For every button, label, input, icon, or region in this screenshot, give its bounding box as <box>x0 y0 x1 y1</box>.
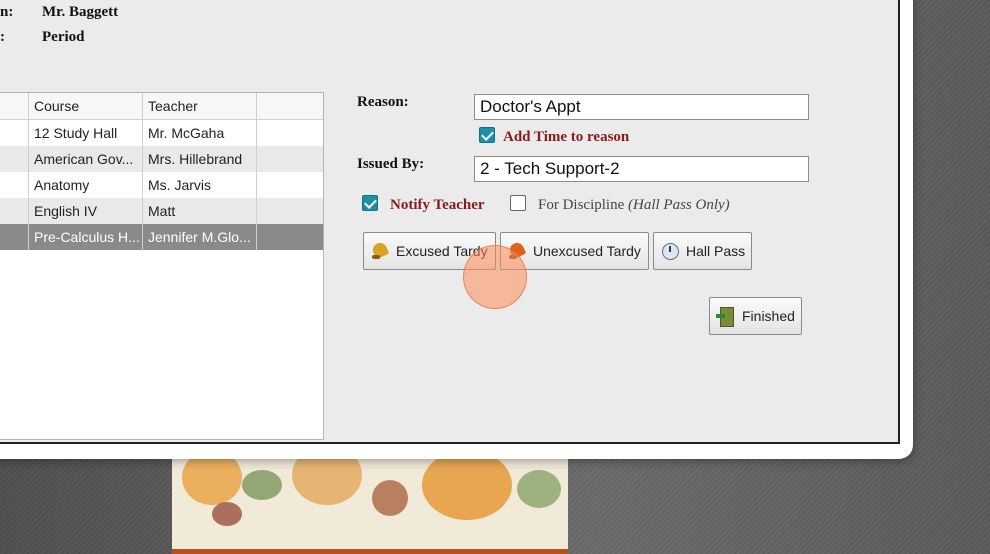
column-header-course[interactable]: Course <box>29 93 143 119</box>
finished-button[interactable]: Finished <box>709 297 802 335</box>
table-row[interactable]: Anatomy Ms. Jarvis <box>0 172 323 198</box>
table-header: Course Teacher <box>0 93 323 120</box>
panel-divider <box>323 92 324 438</box>
teacher-cell: Ms. Jarvis <box>143 172 257 198</box>
table-cell <box>0 146 29 172</box>
discipline-label-text: For Discipline <box>538 197 625 213</box>
hall-pass-button[interactable]: Hall Pass <box>653 232 752 270</box>
teacher-cell: Mr. McGaha <box>143 120 257 146</box>
table-cell <box>257 198 323 224</box>
exit-door-icon <box>716 306 736 327</box>
teacher-cell: Mrs. Hillebrand <box>143 146 257 172</box>
table-cell <box>0 120 29 146</box>
info-row-period: : Period <box>0 29 200 49</box>
course-cell: Pre-Calculus H... <box>29 224 143 250</box>
add-time-label: Add Time to reason <box>503 129 630 145</box>
dialog-window: n: Mr. Baggett : Period Course Teacher 1… <box>0 0 913 459</box>
tardy-dialog: n: Mr. Baggett : Period Course Teacher 1… <box>0 0 900 444</box>
unexcused-tardy-label: Unexcused Tardy <box>533 243 641 259</box>
course-cell: Anatomy <box>29 172 143 198</box>
bell-icon <box>370 241 390 261</box>
discipline-note: (Hall Pass Only) <box>628 197 730 213</box>
discipline-checkbox[interactable] <box>510 195 526 211</box>
table-cell <box>0 198 29 224</box>
finished-label: Finished <box>742 308 795 324</box>
issued-by-label: Issued By: <box>357 156 425 172</box>
discipline-label: For Discipline (Hall Pass Only) <box>538 197 730 214</box>
notify-teacher-checkbox[interactable] <box>362 195 378 211</box>
table-cell <box>257 146 323 172</box>
period-value: Period <box>42 29 85 45</box>
teacher-name: Mr. Baggett <box>42 4 119 20</box>
table-cell <box>257 224 323 250</box>
excused-tardy-label: Excused Tardy <box>396 243 488 259</box>
table-cell <box>257 120 323 146</box>
clock-icon <box>660 241 680 261</box>
reason-input[interactable]: Doctor's Appt <box>474 94 809 120</box>
add-time-checkbox[interactable] <box>479 127 495 143</box>
bell-icon <box>507 241 527 261</box>
table-cell <box>0 172 29 198</box>
column-header[interactable] <box>0 93 29 119</box>
table-row-selected[interactable]: Pre-Calculus H... Jennifer M.Glo... <box>0 224 323 250</box>
course-cell: 12 Study Hall <box>29 120 143 146</box>
teacher-cell: Jennifer M.Glo... <box>143 224 257 250</box>
table-row[interactable]: 12 Study Hall Mr. McGaha <box>0 120 323 146</box>
table-cell <box>257 172 323 198</box>
course-cell: English IV <box>29 198 143 224</box>
table-cell <box>0 224 29 250</box>
column-header <box>257 93 323 119</box>
info-label: : <box>0 29 5 45</box>
reason-label: Reason: <box>357 94 409 110</box>
issued-by-input[interactable]: 2 - Tech Support-2 <box>474 156 809 182</box>
table-row[interactable]: English IV Matt <box>0 198 323 224</box>
unexcused-tardy-button[interactable]: Unexcused Tardy <box>500 232 649 270</box>
notify-teacher-label: Notify Teacher <box>390 197 485 213</box>
column-header-teacher[interactable]: Teacher <box>143 93 257 119</box>
hall-pass-label: Hall Pass <box>686 243 746 259</box>
info-label: n: <box>0 4 14 20</box>
schedule-table: Course Teacher 12 Study Hall Mr. McGaha … <box>0 92 324 440</box>
table-row[interactable]: American Gov... Mrs. Hillebrand <box>0 146 323 172</box>
excused-tardy-button[interactable]: Excused Tardy <box>363 232 496 270</box>
teacher-cell: Matt <box>143 198 257 224</box>
info-row-teacher: n: Mr. Baggett <box>0 4 200 24</box>
course-cell: American Gov... <box>29 146 143 172</box>
